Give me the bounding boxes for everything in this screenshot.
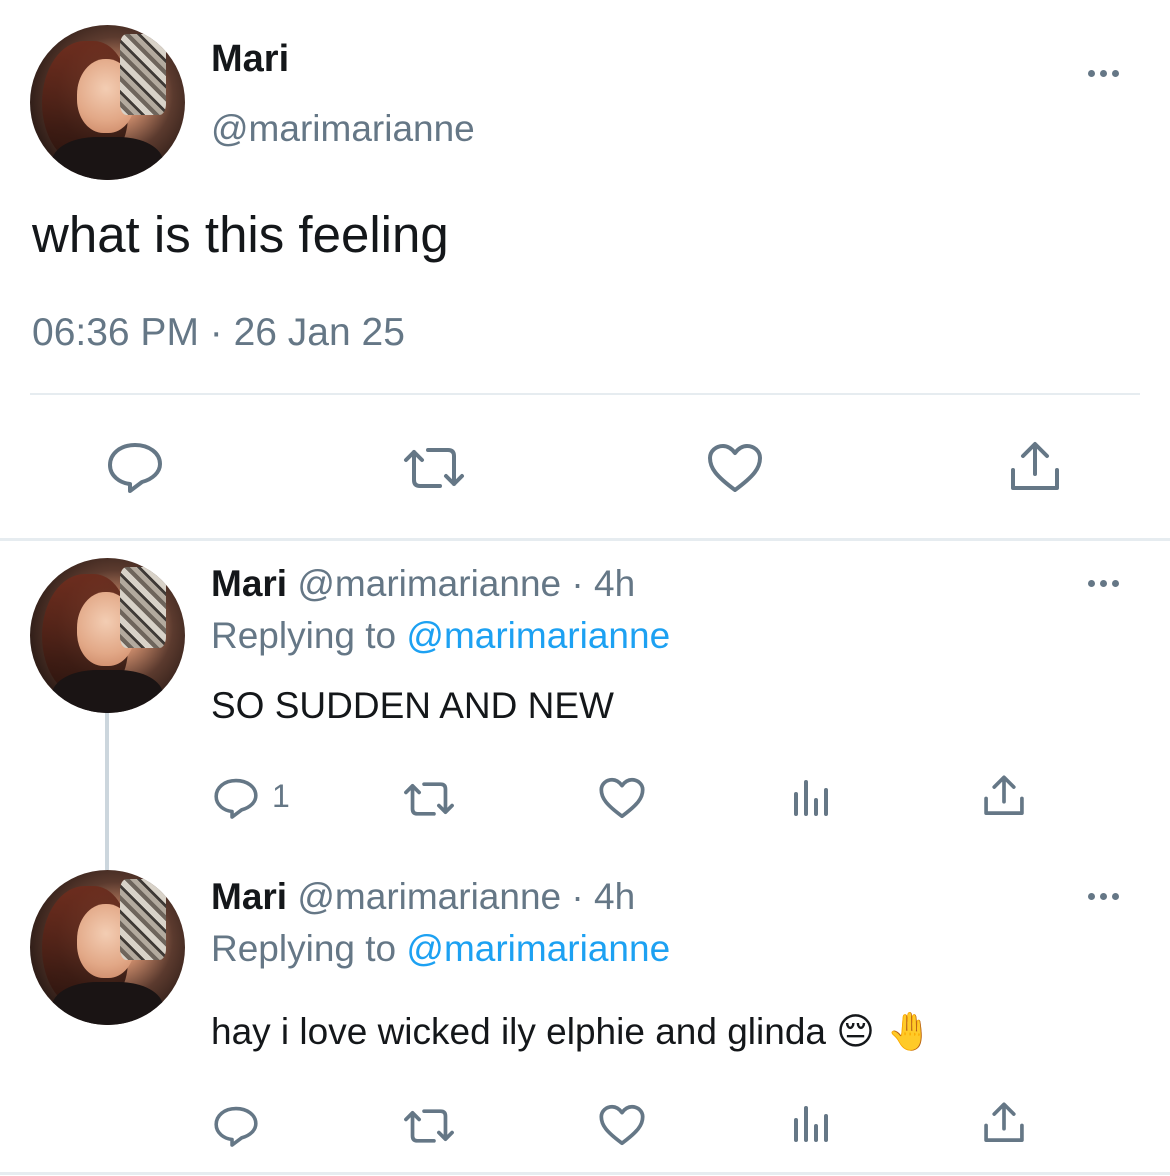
thread-line — [105, 712, 109, 870]
avatar-phone — [119, 567, 167, 648]
section-divider — [0, 538, 1170, 541]
like-icon[interactable] — [598, 776, 646, 820]
avatar-clothes — [51, 981, 164, 1025]
more-options-icon[interactable] — [1088, 580, 1119, 587]
bottom-divider — [0, 1172, 1170, 1175]
avatar-phone — [119, 879, 167, 960]
display-name[interactable]: Mari — [211, 38, 289, 81]
emoji: 😔 🤚 — [836, 1010, 933, 1053]
avatar-clothes — [51, 669, 164, 713]
reply-text: SO SUDDEN AND NEW — [211, 685, 614, 726]
reply-avatar[interactable] — [30, 558, 185, 713]
analytics-icon[interactable] — [792, 1102, 832, 1144]
more-options-icon[interactable] — [1088, 70, 1119, 77]
reply-meta[interactable]: @marimarianne · 4h — [297, 563, 635, 604]
tweet-timestamp[interactable]: 06:36 PM · 26 Jan 25 — [32, 311, 405, 355]
reply-icon[interactable] — [106, 440, 164, 494]
tweet-text: what is this feeling — [32, 206, 449, 263]
avatar[interactable] — [30, 25, 185, 180]
replying-to: Replying to @marimarianne — [211, 615, 670, 657]
reply-header: Mari @marimarianne · 4h — [211, 563, 635, 605]
analytics-icon[interactable] — [792, 776, 832, 818]
retweet-icon[interactable] — [400, 444, 468, 492]
reply-count: 1 — [272, 778, 290, 814]
more-options-icon[interactable] — [1088, 893, 1119, 900]
reply-header: Mari @marimarianne · 4h — [211, 876, 635, 918]
replying-to-label: Replying to — [211, 928, 397, 969]
replying-to-handle[interactable]: @marimarianne — [406, 928, 670, 969]
reply-display-name[interactable]: Mari — [211, 876, 287, 917]
reply-text: hay i love wicked ily elphie and glinda — [211, 1011, 826, 1052]
reply-avatar[interactable] — [30, 870, 185, 1025]
avatar-phone — [119, 34, 167, 115]
reply-icon[interactable] — [213, 776, 259, 820]
replying-to-label: Replying to — [211, 615, 397, 656]
share-icon[interactable] — [982, 1101, 1026, 1145]
reply-text-row: hay i love wicked ily elphie and glinda … — [211, 1010, 933, 1054]
reply-meta[interactable]: @marimarianne · 4h — [297, 876, 635, 917]
like-icon[interactable] — [598, 1103, 646, 1147]
share-icon[interactable] — [1008, 440, 1062, 494]
user-handle[interactable]: @marimarianne — [211, 108, 475, 150]
share-icon[interactable] — [982, 774, 1026, 818]
divider — [30, 393, 1140, 395]
retweet-icon[interactable] — [401, 779, 457, 819]
like-icon[interactable] — [706, 442, 764, 494]
retweet-icon[interactable] — [401, 1106, 457, 1146]
reply-icon[interactable] — [213, 1104, 259, 1148]
replying-to: Replying to @marimarianne — [211, 928, 670, 970]
replying-to-handle[interactable]: @marimarianne — [406, 615, 670, 656]
avatar-clothes — [51, 136, 164, 180]
reply-display-name[interactable]: Mari — [211, 563, 287, 604]
